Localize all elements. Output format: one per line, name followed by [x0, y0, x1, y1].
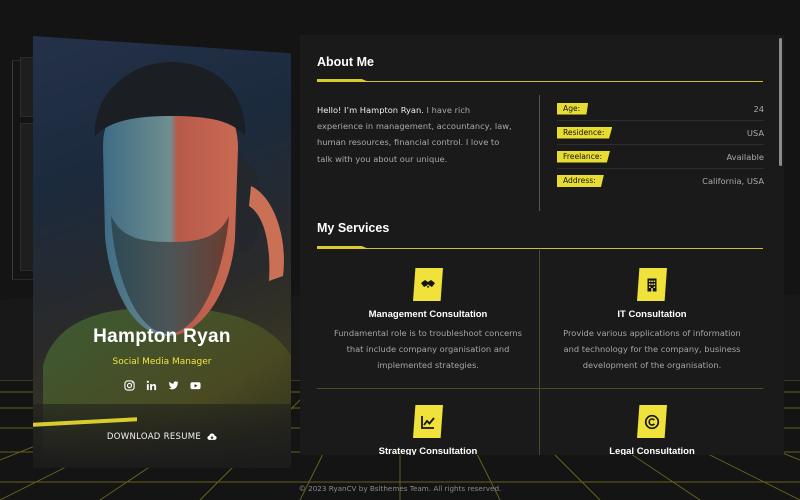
linkedin-link[interactable]	[145, 379, 158, 392]
service-description: Fundamental role is to troubleshoot conc…	[333, 328, 523, 370]
youtube-link[interactable]	[189, 379, 202, 392]
about-description: Hello! I’m Hampton Ryan. I have rich exp…	[317, 102, 515, 167]
twitter-link[interactable]	[167, 379, 180, 392]
about-title-accent	[317, 79, 369, 82]
grid-divider-vertical	[539, 250, 540, 455]
service-icon-badge	[413, 268, 443, 301]
info-row-age: Age: 24	[557, 97, 764, 121]
info-label: Age:	[557, 102, 589, 115]
grid-divider-horizontal	[317, 388, 763, 389]
profile-info: Hampton Ryan Social Media Manager	[33, 326, 291, 392]
profile-name: Hampton Ryan	[93, 326, 231, 347]
info-label: Address:	[557, 175, 604, 187]
services-grid: Management Consultation Fundamental role…	[317, 250, 763, 455]
youtube-icon	[189, 382, 201, 390]
twitter-icon	[168, 381, 179, 390]
info-value: USA	[746, 127, 764, 138]
info-row-freelance: Freelance: Available	[557, 145, 764, 169]
about-title: About Me	[317, 55, 374, 69]
info-row-residence: Residence: USA	[557, 121, 764, 145]
social-links	[33, 379, 291, 392]
personal-info-list: Age: 24 Residence: USA Freelance: Availa…	[539, 95, 764, 211]
service-icon-badge	[637, 268, 667, 301]
instagram-icon	[123, 380, 135, 391]
services-title-rule	[317, 248, 763, 249]
page: Hampton Ryan Social Media Manager DOWNLO…	[0, 0, 800, 500]
service-title: IT Consultation	[617, 309, 687, 320]
service-card: IT Consultation Provide various applicat…	[541, 268, 763, 373]
services-title: My Services	[317, 221, 390, 235]
content-panel: About Me Hello! I’m Hampton Ryan. I have…	[300, 35, 784, 455]
info-label: Residence:	[557, 126, 613, 139]
profile-card: Hampton Ryan Social Media Manager DOWNLO…	[33, 36, 291, 468]
copyright-icon	[644, 414, 660, 429]
service-card: Management Consultation Fundamental role…	[317, 268, 539, 373]
info-row-address: Address: California, USA	[557, 169, 764, 193]
instagram-link[interactable]	[123, 379, 136, 392]
service-card: Legal Consultation	[541, 405, 763, 455]
download-resume-label: DOWNLOAD RESUME	[106, 432, 202, 442]
chart-icon	[421, 415, 435, 429]
footer-copyright: © 2023 RyanCV by Bslthemes Team. All rig…	[298, 484, 502, 493]
service-description: Provide various applications of informat…	[563, 328, 741, 370]
service-card: Strategy Consultation	[317, 405, 539, 455]
handshake-icon	[421, 279, 435, 288]
services-title-accent	[317, 246, 369, 249]
service-icon-badge	[413, 405, 443, 438]
download-resume-button[interactable]: DOWNLOAD RESUME	[33, 432, 291, 442]
service-icon-badge	[637, 405, 667, 438]
service-title: Management Consultation	[368, 309, 488, 320]
info-value: California, USA	[702, 176, 764, 186]
service-title: Legal Consultation	[609, 446, 695, 455]
service-title: Strategy Consultation	[378, 446, 478, 455]
profile-role: Social Media Manager	[112, 357, 212, 367]
info-label: Freelance:	[557, 150, 611, 163]
about-lead: Hello! I’m Hampton Ryan.	[317, 105, 424, 115]
info-value: 24	[753, 103, 764, 114]
cloud-download-icon	[207, 433, 217, 440]
info-value: Available	[726, 151, 764, 162]
linkedin-icon	[146, 380, 156, 391]
content-scrollbar[interactable]	[779, 38, 782, 166]
about-title-rule	[317, 81, 763, 82]
building-icon	[647, 278, 657, 291]
